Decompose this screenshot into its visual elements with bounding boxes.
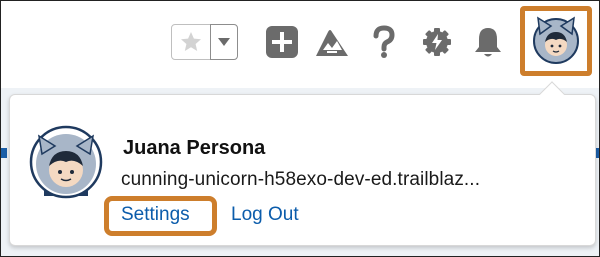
page-accent-left [1,148,7,158]
gear-icon [423,28,451,56]
bell-icon [475,28,501,57]
notifications-button[interactable] [470,24,506,60]
favorites-menu-button[interactable] [210,24,238,60]
question-icon [373,25,395,58]
help-button[interactable] [366,24,402,60]
user-avatar-icon [533,16,579,64]
profile-avatar [28,124,104,200]
user-avatar-icon [29,125,103,199]
profile-name: Juana Persona [123,137,266,159]
profile-org-domain: cunning-unicorn-h58exo-dev-ed.trailblaz.… [121,169,481,190]
star-icon [181,32,201,51]
global-actions-button[interactable] [264,24,300,60]
settings-link[interactable]: Settings [121,204,190,226]
trailhead-icon [316,30,348,56]
trailhead-button[interactable] [314,24,350,60]
caret-down-icon [218,38,230,46]
add-icon [266,26,298,58]
view-profile-button[interactable] [533,14,579,66]
favorites-button[interactable] [171,24,211,60]
setup-button[interactable] [419,24,455,60]
global-header [0,0,600,80]
logout-link[interactable]: Log Out [231,204,299,226]
